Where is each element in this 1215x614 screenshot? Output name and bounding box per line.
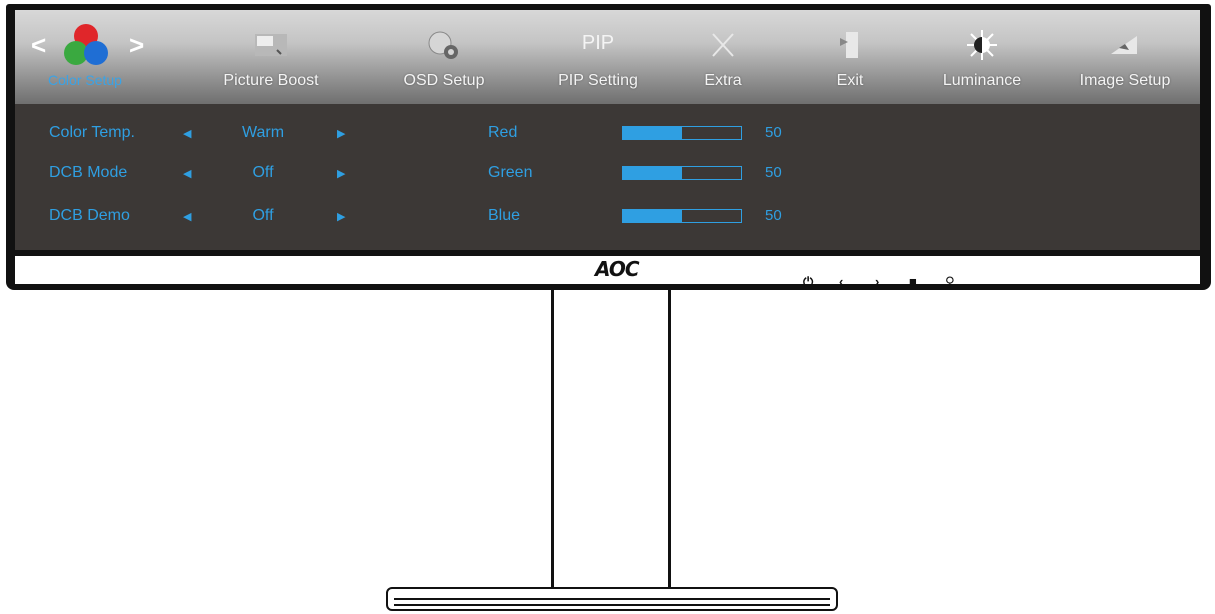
osd-screen: < > Color Setup Picture Boost OSD Setup … — [15, 10, 1200, 250]
menu-label-luminance: Luminance — [942, 72, 1022, 89]
menu-item-color-setup[interactable]: < > Color Setup — [25, 10, 145, 104]
power-button-icon[interactable]: ⏻ — [803, 274, 813, 290]
nav-right-icon[interactable]: > — [129, 30, 144, 61]
menu-button-icon[interactable]: ■ — [909, 274, 917, 289]
menu-label-picture-boost: Picture Boost — [223, 72, 319, 89]
blue-slider-fill — [623, 210, 682, 222]
aoc-logo: AOC — [595, 257, 640, 281]
menu-item-luminance[interactable]: Luminance — [922, 10, 1042, 104]
menu-item-picture-boost[interactable]: Picture Boost — [211, 10, 331, 104]
green-slider[interactable] — [622, 166, 742, 180]
color-setup-icon — [64, 24, 108, 65]
source-button-icon[interactable]: ⚲ — [945, 274, 955, 290]
osd-menu-bar: < > Color Setup Picture Boost OSD Setup … — [15, 10, 1200, 104]
rgb-label-red: Red — [488, 124, 518, 141]
menu-item-exit[interactable]: Exit — [790, 10, 910, 104]
luminance-icon — [967, 30, 997, 60]
picture-boost-icon — [255, 34, 287, 56]
osd-setup-icon — [428, 31, 458, 59]
increase-arrow-icon[interactable]: ▶ — [337, 167, 345, 180]
menu-item-osd-setup[interactable]: OSD Setup — [384, 10, 504, 104]
monitor-bezel: AOC ⏻ ‹ › ■ ⚲ — [15, 254, 1200, 289]
image-setup-icon — [1111, 36, 1137, 54]
menu-item-extra[interactable]: Extra — [663, 10, 783, 104]
decrease-arrow-icon[interactable]: ◀ — [183, 210, 191, 223]
green-slider-fill — [623, 167, 682, 179]
menu-label-extra: Extra — [704, 72, 742, 89]
setting-value-dcb-demo[interactable]: Off — [233, 207, 293, 225]
menu-label-pip-setting: PIP Setting — [558, 72, 638, 89]
red-slider[interactable] — [622, 126, 742, 140]
menu-label-color-setup: Color Setup — [48, 72, 122, 88]
menu-label-exit: Exit — [836, 72, 864, 89]
decrease-arrow-icon[interactable]: ◀ — [183, 167, 191, 180]
rgb-label-green: Green — [488, 164, 533, 181]
increase-arrow-icon[interactable]: ▶ — [337, 127, 345, 140]
red-slider-fill — [623, 127, 682, 139]
nav-left-icon[interactable]: < — [31, 30, 46, 61]
monitor-stand-neck — [551, 290, 671, 590]
setting-label-dcb-mode: DCB Mode — [49, 164, 128, 181]
setting-value-color-temp[interactable]: Warm — [233, 124, 293, 142]
decrease-arrow-icon[interactable]: ◀ — [183, 127, 191, 140]
menu-item-pip-setting[interactable]: PIP PIP Setting — [538, 10, 658, 104]
blue-value: 50 — [765, 207, 782, 224]
right-button-icon[interactable]: › — [875, 274, 879, 289]
menu-label-image-setup: Image Setup — [1079, 72, 1171, 89]
extra-icon — [712, 33, 734, 57]
rgb-label-blue: Blue — [488, 207, 521, 224]
monitor-stand-base — [386, 587, 838, 611]
setting-value-dcb-mode[interactable]: Off — [233, 164, 293, 182]
menu-item-image-setup[interactable]: Image Setup — [1065, 10, 1185, 104]
left-button-icon[interactable]: ‹ — [839, 274, 843, 289]
exit-icon — [840, 32, 858, 58]
green-value: 50 — [765, 164, 782, 181]
menu-label-osd-setup: OSD Setup — [403, 72, 485, 89]
pip-icon: PIP — [581, 32, 615, 54]
setting-label-color-temp: Color Temp. — [49, 124, 135, 141]
monitor-frame: < > Color Setup Picture Boost OSD Setup … — [6, 4, 1211, 290]
setting-label-dcb-demo: DCB Demo — [49, 207, 130, 224]
red-value: 50 — [765, 124, 782, 141]
increase-arrow-icon[interactable]: ▶ — [337, 210, 345, 223]
blue-slider[interactable] — [622, 209, 742, 223]
